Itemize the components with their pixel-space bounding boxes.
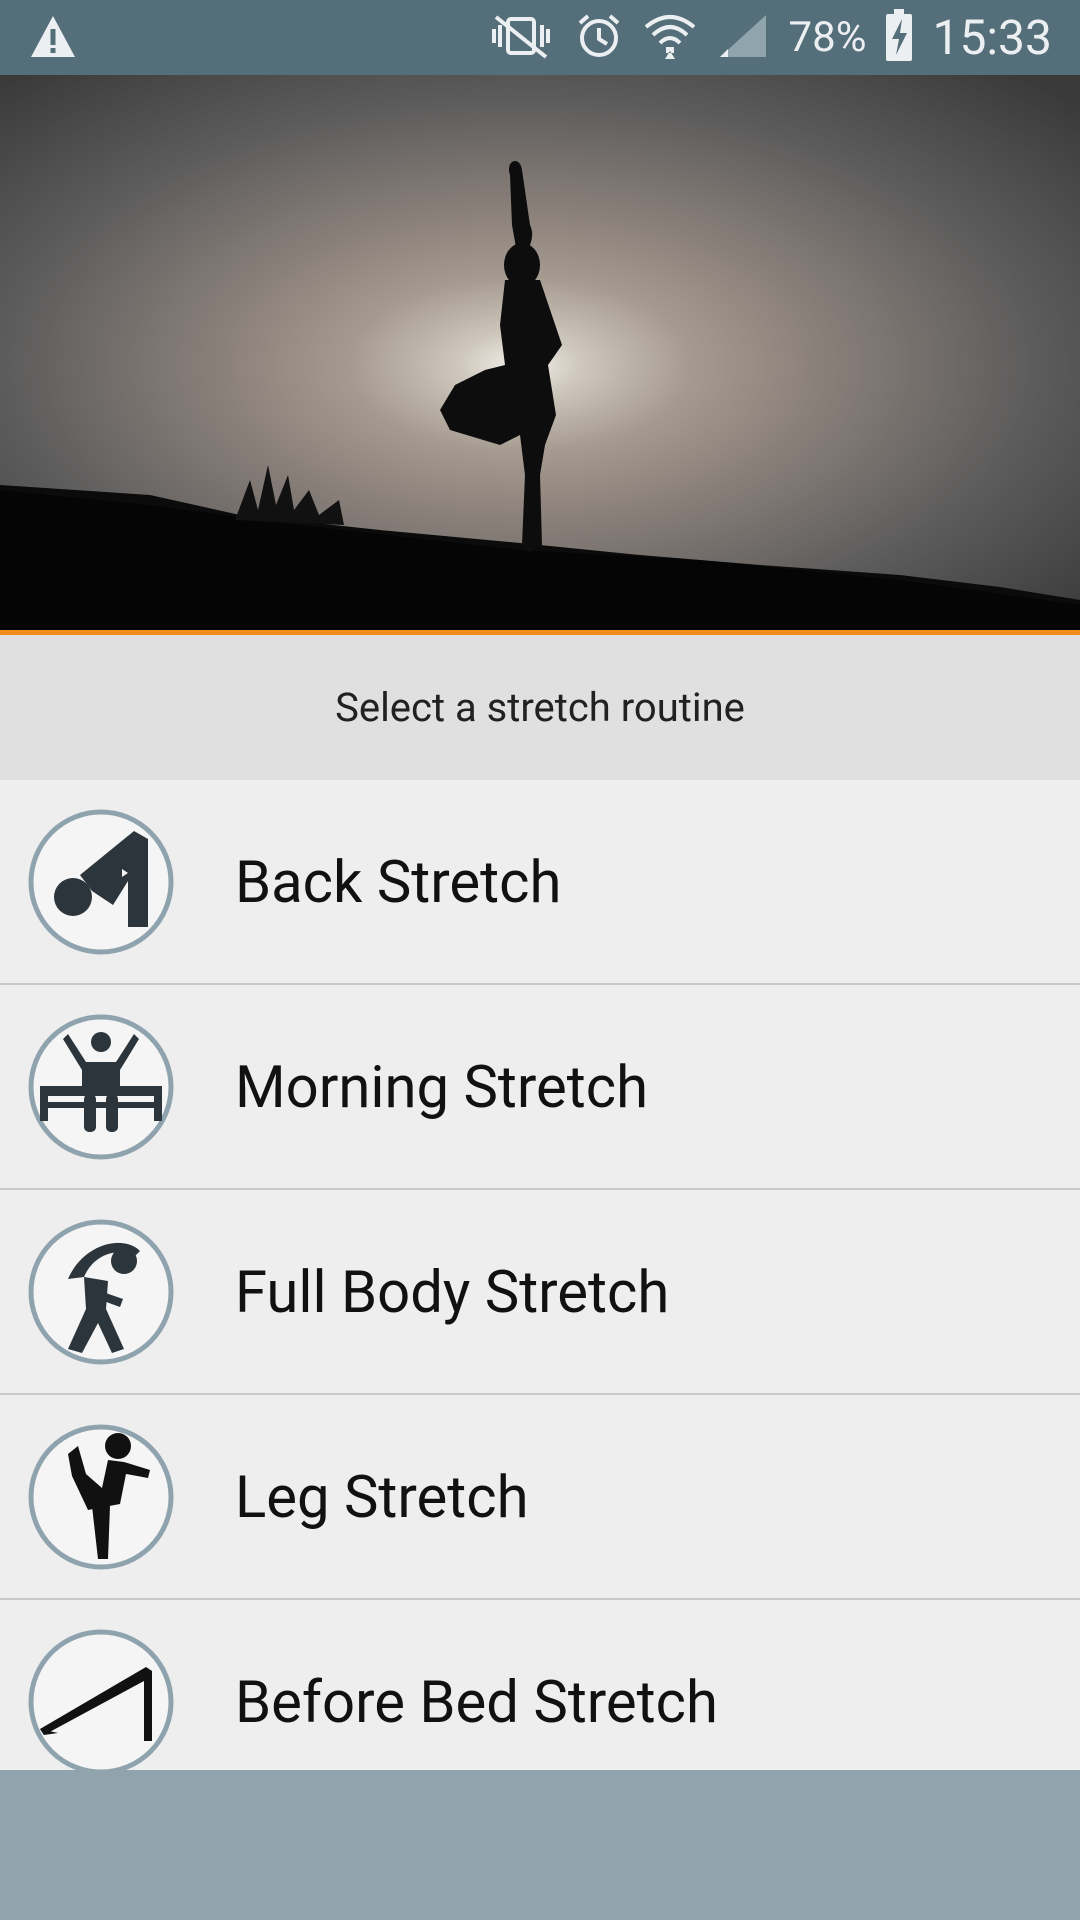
routine-item-back-stretch[interactable]: Back Stretch bbox=[0, 780, 1080, 985]
full-body-stretch-icon bbox=[28, 1219, 174, 1365]
status-bar: 78% 15:33 bbox=[0, 0, 1080, 75]
warning-icon bbox=[28, 12, 78, 66]
bottom-bar bbox=[0, 1770, 1080, 1920]
hero-yoga-image bbox=[0, 75, 1080, 630]
routine-label: Full Body Stretch bbox=[235, 1258, 670, 1327]
battery-charging-icon bbox=[884, 8, 914, 67]
alarm-icon bbox=[574, 11, 624, 65]
leg-stretch-icon bbox=[28, 1424, 174, 1570]
routine-item-before-bed-stretch[interactable]: Before Bed Stretch bbox=[0, 1600, 1080, 1770]
wifi-icon bbox=[642, 11, 698, 65]
morning-stretch-icon bbox=[28, 1014, 174, 1160]
before-bed-stretch-icon bbox=[28, 1629, 174, 1770]
routine-item-leg-stretch[interactable]: Leg Stretch bbox=[0, 1395, 1080, 1600]
routine-label: Leg Stretch bbox=[235, 1463, 529, 1532]
signal-icon bbox=[716, 11, 770, 65]
routine-list: Back Stretch Morning Stretch Full Body S… bbox=[0, 780, 1080, 1770]
routine-label: Morning Stretch bbox=[235, 1053, 649, 1122]
section-header: Select a stretch routine bbox=[0, 635, 1080, 780]
routine-label: Back Stretch bbox=[235, 848, 562, 917]
routine-label: Before Bed Stretch bbox=[235, 1668, 718, 1737]
routine-item-morning-stretch[interactable]: Morning Stretch bbox=[0, 985, 1080, 1190]
back-stretch-icon bbox=[28, 809, 174, 955]
section-title: Select a stretch routine bbox=[335, 684, 745, 731]
routine-item-full-body-stretch[interactable]: Full Body Stretch bbox=[0, 1190, 1080, 1395]
clock: 15:33 bbox=[932, 9, 1052, 66]
vibrate-mute-icon bbox=[486, 11, 556, 65]
battery-percent: 78% bbox=[788, 13, 867, 62]
